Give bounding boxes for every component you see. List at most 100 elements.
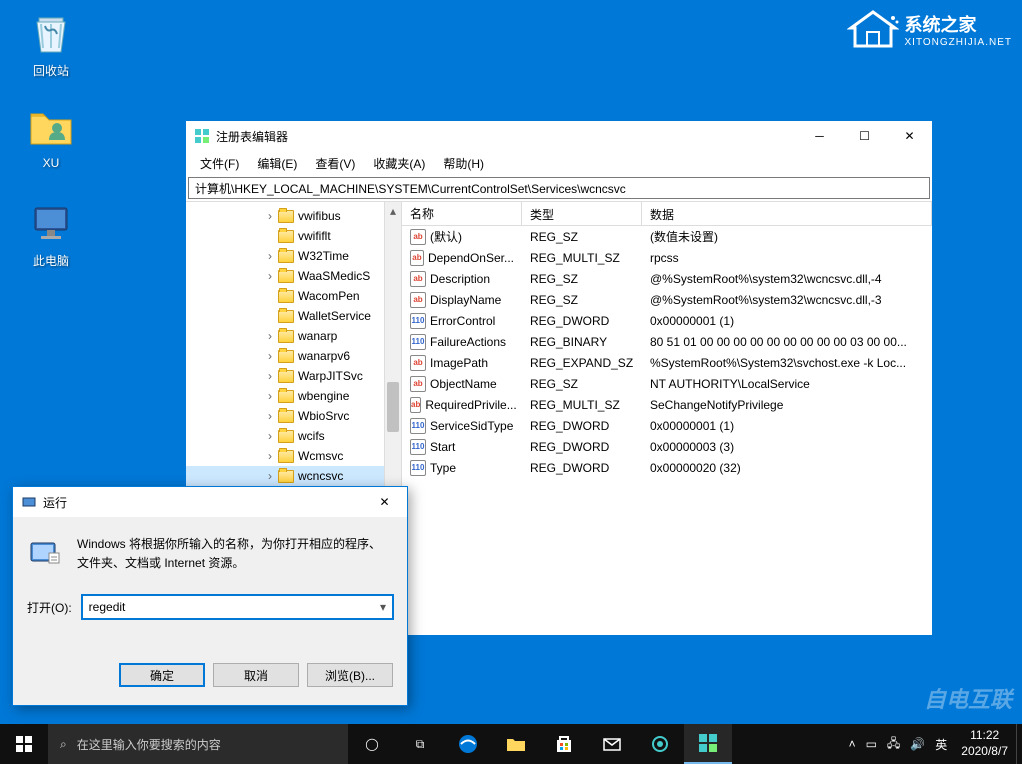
tree-item-wbengine[interactable]: ›wbengine: [186, 386, 401, 406]
expand-icon[interactable]: ›: [264, 449, 276, 463]
expand-icon[interactable]: ›: [264, 329, 276, 343]
tree-item-wanarp[interactable]: ›wanarp: [186, 326, 401, 346]
taskbar-search[interactable]: ⌕ 在这里输入你要搜索的内容: [48, 724, 348, 764]
expand-icon[interactable]: ›: [264, 269, 276, 283]
expand-icon[interactable]: ›: [264, 249, 276, 263]
dropdown-icon[interactable]: ▾: [374, 596, 392, 618]
tray-people-icon[interactable]: ▭: [866, 737, 877, 751]
tray-ime[interactable]: 英: [935, 736, 947, 753]
expand-icon[interactable]: ›: [264, 429, 276, 443]
tree-item-w32time[interactable]: ›W32Time: [186, 246, 401, 266]
tree-item-label: WbioSrvc: [298, 409, 349, 423]
taskbar-store[interactable]: [540, 724, 588, 764]
tree-item-wacompen[interactable]: WacomPen: [186, 286, 401, 306]
folder-icon: [278, 250, 294, 263]
taskbar: ⌕ 在这里输入你要搜索的内容 ◯ ⧉ ˄ ▭ 🖧 🔊 英 11:22 2020/…: [0, 724, 1022, 764]
tree-item-vwifibus[interactable]: ›vwifibus: [186, 206, 401, 226]
tree-item-vwififlt[interactable]: vwififlt: [186, 226, 401, 246]
desktop-icon-this-pc[interactable]: 此电脑: [16, 200, 86, 269]
expand-icon[interactable]: ›: [264, 469, 276, 483]
tray-volume-icon[interactable]: 🔊: [910, 737, 925, 751]
expand-icon[interactable]: ›: [264, 349, 276, 363]
value-name: ErrorControl: [430, 314, 495, 328]
minimize-button[interactable]: ─: [797, 121, 842, 151]
close-button[interactable]: ✕: [887, 121, 932, 151]
menu-edit[interactable]: 编辑(E): [249, 153, 305, 174]
run-ok-button[interactable]: 确定: [119, 663, 205, 687]
registry-value-row[interactable]: 110ErrorControlREG_DWORD0x00000001 (1): [402, 310, 932, 331]
registry-value-row[interactable]: 110TypeREG_DWORD0x00000020 (32): [402, 457, 932, 478]
taskbar-clock[interactable]: 11:22 2020/8/7: [953, 728, 1016, 759]
desktop-icon-recycle-bin[interactable]: 回收站: [16, 10, 86, 79]
registry-value-row[interactable]: abDependOnSer...REG_MULTI_SZrpcss: [402, 247, 932, 268]
menu-file[interactable]: 文件(F): [192, 153, 247, 174]
start-button[interactable]: [0, 724, 48, 764]
registry-value-row[interactable]: abDescriptionREG_SZ@%SystemRoot%\system3…: [402, 268, 932, 289]
taskbar-regedit[interactable]: [684, 724, 732, 764]
menu-view[interactable]: 查看(V): [307, 153, 363, 174]
tree-item-walletservice[interactable]: WalletService: [186, 306, 401, 326]
folder-icon: [278, 390, 294, 403]
watermark-bottom: 自电互联: [924, 682, 1012, 714]
expand-icon[interactable]: ›: [264, 209, 276, 223]
windows-icon: [16, 736, 32, 752]
value-type: REG_SZ: [522, 377, 642, 391]
column-name[interactable]: 名称: [402, 202, 522, 225]
tree-item-label: vwififlt: [298, 229, 331, 243]
column-data[interactable]: 数据: [642, 202, 932, 225]
desktop-icon-user-folder[interactable]: XU: [16, 104, 86, 170]
desktop-icon-label: XU: [16, 156, 86, 170]
tree-item-wcncsvc[interactable]: › wcncsvc: [186, 466, 401, 486]
menu-help[interactable]: 帮助(H): [435, 153, 492, 174]
expand-icon[interactable]: ›: [264, 369, 276, 383]
value-data: NT AUTHORITY\LocalService: [642, 377, 932, 391]
column-type[interactable]: 类型: [522, 202, 642, 225]
taskview-button[interactable]: ⧉: [396, 724, 444, 764]
regedit-addressbar[interactable]: 计算机\HKEY_LOCAL_MACHINE\SYSTEM\CurrentCon…: [188, 177, 930, 199]
folder-icon: [278, 430, 294, 443]
reg-str-icon: ab: [410, 397, 421, 413]
tree-item-wcmsvc[interactable]: ›Wcmsvc: [186, 446, 401, 466]
registry-value-row[interactable]: ab(默认)REG_SZ(数值未设置): [402, 226, 932, 247]
cortana-button[interactable]: ◯: [348, 724, 396, 764]
system-tray[interactable]: ˄ ▭ 🖧 🔊 英: [843, 724, 954, 764]
tree-item-wanarpv6[interactable]: ›wanarpv6: [186, 346, 401, 366]
taskbar-explorer[interactable]: [492, 724, 540, 764]
tray-network-icon[interactable]: 🖧: [887, 734, 900, 755]
registry-value-row[interactable]: abObjectNameREG_SZNT AUTHORITY\LocalServ…: [402, 373, 932, 394]
regedit-titlebar[interactable]: 注册表编辑器 ─ ☐ ✕: [186, 121, 932, 151]
scroll-up-icon[interactable]: ▴: [385, 202, 401, 219]
tray-chevron-icon[interactable]: ˄: [849, 737, 856, 751]
show-desktop-button[interactable]: [1016, 724, 1022, 764]
run-input[interactable]: [82, 595, 393, 619]
run-cancel-button[interactable]: 取消: [213, 663, 299, 687]
maximize-button[interactable]: ☐: [842, 121, 887, 151]
tree-item-warpjitsvc[interactable]: ›WarpJITSvc: [186, 366, 401, 386]
computer-icon: [27, 200, 75, 248]
expand-icon[interactable]: ›: [264, 389, 276, 403]
run-close-button[interactable]: ✕: [362, 487, 407, 517]
tree-item-waasmedics[interactable]: ›WaaSMedicS: [186, 266, 401, 286]
registry-value-row[interactable]: 110StartREG_DWORD0x00000003 (3): [402, 436, 932, 457]
registry-value-row[interactable]: abDisplayNameREG_SZ@%SystemRoot%\system3…: [402, 289, 932, 310]
tree-item-wcifs[interactable]: ›wcifs: [186, 426, 401, 446]
regedit-title: 注册表编辑器: [216, 128, 797, 145]
scroll-thumb[interactable]: [387, 382, 399, 432]
registry-value-row[interactable]: abImagePathREG_EXPAND_SZ%SystemRoot%\Sys…: [402, 352, 932, 373]
run-browse-button[interactable]: 浏览(B)...: [307, 663, 393, 687]
taskbar-settings[interactable]: [636, 724, 684, 764]
run-titlebar[interactable]: 运行 ✕: [13, 487, 407, 517]
folder-icon: [278, 210, 294, 223]
registry-value-row[interactable]: 110ServiceSidTypeREG_DWORD0x00000001 (1): [402, 415, 932, 436]
tree-item-label: wcncsvc: [298, 469, 343, 483]
run-combobox[interactable]: ▾: [82, 595, 393, 619]
registry-value-row[interactable]: abRequiredPrivile...REG_MULTI_SZSeChange…: [402, 394, 932, 415]
taskbar-edge[interactable]: [444, 724, 492, 764]
expand-icon[interactable]: ›: [264, 409, 276, 423]
value-data: SeChangeNotifyPrivilege: [642, 398, 932, 412]
menu-favorites[interactable]: 收藏夹(A): [365, 153, 433, 174]
taskbar-mail[interactable]: [588, 724, 636, 764]
search-placeholder: 在这里输入你要搜索的内容: [77, 736, 221, 753]
registry-value-row[interactable]: 110FailureActionsREG_BINARY80 51 01 00 0…: [402, 331, 932, 352]
tree-item-wbiosrvc[interactable]: › WbioSrvc: [186, 406, 401, 426]
